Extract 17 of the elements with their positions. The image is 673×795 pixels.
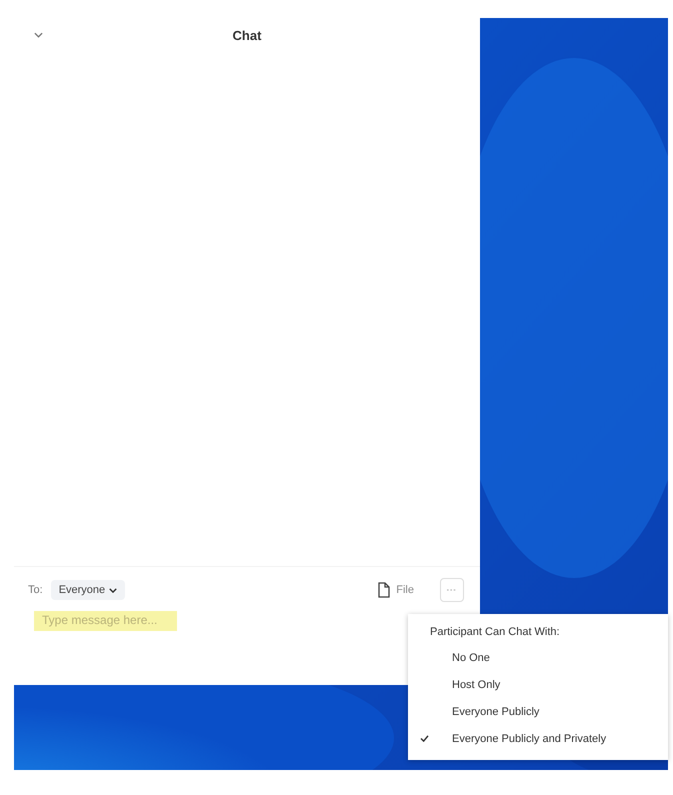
menu-item[interactable]: Host Only <box>408 671 668 698</box>
recipient-dropdown[interactable]: Everyone <box>50 580 126 600</box>
caret-icon <box>109 588 118 592</box>
menu-item[interactable]: No One <box>408 644 668 671</box>
menu-item-label: No One <box>452 652 490 664</box>
menu-item-label: Everyone Publicly and Privately <box>452 732 606 744</box>
file-icon <box>378 582 390 598</box>
file-button[interactable]: File <box>372 581 420 599</box>
menu-item[interactable]: Everyone Publicly <box>408 698 668 725</box>
chevron-down-icon[interactable] <box>34 32 43 38</box>
menu-item-label: Everyone Publicly <box>452 706 540 718</box>
to-label: To: <box>28 584 43 596</box>
message-field[interactable]: Type message here... <box>28 609 344 631</box>
menu-item-label: Host Only <box>452 678 500 690</box>
menu-item[interactable]: Everyone Publicly and Privately <box>408 725 668 752</box>
panel-title: Chat <box>232 28 262 42</box>
menu-heading: Participant Can Chat With: <box>429 625 561 640</box>
